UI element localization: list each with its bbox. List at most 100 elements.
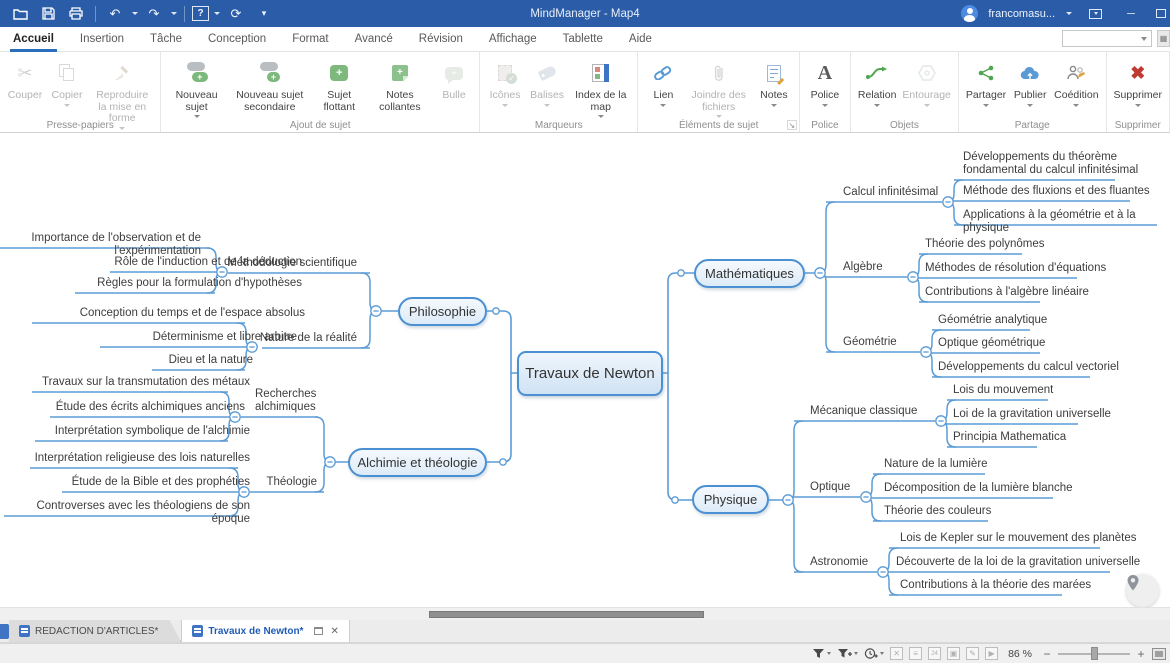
open-file-icon[interactable] bbox=[8, 4, 32, 24]
map-topic-physique[interactable]: Physique bbox=[692, 485, 769, 514]
topic-timer-icon[interactable] bbox=[864, 647, 884, 660]
map-topic-determinisme-et-libre-arbitre[interactable]: Déterminisme et libre arbitre bbox=[153, 331, 297, 344]
map-topic-regles-pour-la-formulation-d-hypotheses[interactable]: Règles pour la formulation d'hypothèses bbox=[97, 277, 302, 290]
map-topic-geometrie[interactable]: Géométrie bbox=[843, 336, 897, 349]
map-topic-nature-de-la-lumiere[interactable]: Nature de la lumière bbox=[884, 458, 988, 471]
map-topic-geometrie-analytique[interactable]: Géométrie analytique bbox=[938, 314, 1047, 327]
map-topic-controverses-avec-les-theologiens-de-son[interactable]: Controverses avec les théologiens de son… bbox=[0, 500, 250, 525]
customize-toolbar-icon[interactable]: ▾ bbox=[252, 4, 276, 24]
tab-affichage[interactable]: Affichage bbox=[476, 27, 550, 52]
map-topic-theorie-des-couleurs[interactable]: Théorie des couleurs bbox=[884, 505, 991, 518]
lien-button[interactable]: Lien bbox=[642, 56, 684, 109]
tab-tablette[interactable]: Tablette bbox=[550, 27, 616, 52]
map-topic-interpretation-symbolique-de-l-alchimie[interactable]: Interprétation symbolique de l'alchimie bbox=[55, 425, 250, 438]
map-topic-interpretation-religieuse-des-lois-natur[interactable]: Interprétation religieuse des lois natur… bbox=[35, 452, 250, 465]
add-filter-icon[interactable] bbox=[837, 648, 858, 659]
tab-revision[interactable]: Révision bbox=[406, 27, 476, 52]
zoom-slider-handle[interactable] bbox=[1091, 647, 1098, 660]
relation-button[interactable]: Relation bbox=[855, 56, 900, 109]
close-icon[interactable]: ✕ bbox=[330, 626, 338, 637]
map-topic-astronomie[interactable]: Astronomie bbox=[810, 556, 868, 569]
map-topic-methodes-de-resolution-d-equations[interactable]: Méthodes de résolution d'équations bbox=[925, 262, 1106, 275]
map-topic-travaux-de-newton[interactable]: Travaux de Newton bbox=[517, 351, 663, 396]
map-topic-conception-du-temps-et-de-l-espace-absol[interactable]: Conception du temps et de l'espace absol… bbox=[80, 307, 305, 320]
map-topic-optique-geometrique[interactable]: Optique géométrique bbox=[938, 337, 1045, 350]
save-icon[interactable] bbox=[36, 4, 60, 24]
index-de-la-map-button[interactable]: Index de la map bbox=[568, 56, 633, 120]
tab-format[interactable]: Format bbox=[279, 27, 341, 52]
notes-collantes-button[interactable]: +Notes collantes bbox=[367, 56, 433, 115]
sync-icon[interactable]: ⟳ bbox=[224, 4, 248, 24]
notes-button[interactable]: Notes bbox=[753, 56, 795, 109]
tab-insertion[interactable]: Insertion bbox=[67, 27, 137, 52]
map-topic-alchimie-et-theologie[interactable]: Alchimie et théologie bbox=[348, 448, 487, 477]
tab-aide[interactable]: Aide bbox=[616, 27, 665, 52]
ribbon-display-options-icon[interactable] bbox=[1082, 4, 1108, 24]
map-topic-methode-des-fluxions-et-des-fluantes[interactable]: Méthode des fluxions et des fluantes bbox=[963, 185, 1150, 198]
account-name[interactable]: francomasu... bbox=[988, 8, 1055, 20]
tab-avance[interactable]: Avancé bbox=[342, 27, 406, 52]
tab-accueil[interactable]: Accueil bbox=[0, 27, 67, 52]
hidden-tab-map-icon[interactable] bbox=[0, 624, 9, 639]
map-canvas[interactable]: Travaux de Newton Philosophie Alchimie et … bbox=[0, 133, 1170, 607]
input-mode-icon[interactable]: ▦ bbox=[1157, 30, 1170, 47]
map-topic-philosophie[interactable]: Philosophie bbox=[398, 297, 487, 326]
map-topic-decouverte-de-la-loi-de-la-gravitation-u[interactable]: Découverte de la loi de la gravitation u… bbox=[896, 556, 1140, 569]
map-topic-role-de-l-induction-et-de-la-deduction[interactable]: Rôle de l'induction et de la déduction bbox=[114, 256, 302, 269]
map-topic-developpements-du-theoreme[interactable]: Développements du théorème fondamental d… bbox=[963, 151, 1138, 176]
document-tab-travaux-de-newton[interactable]: Travaux de Newton*✕ bbox=[181, 620, 349, 642]
search-combobox[interactable] bbox=[1062, 30, 1152, 47]
map-topic-applications-a-la-geometrie-et-a-la-phys[interactable]: Applications à la géométrie et à la phys… bbox=[963, 209, 1170, 234]
map-topic-etude-des-ecrits-alchimiques-anciens[interactable]: Étude des écrits alchimiques anciens bbox=[56, 401, 245, 414]
scrollbar-thumb[interactable] bbox=[429, 611, 704, 618]
map-topic-decomposition-de-la-lumiere-blanche[interactable]: Décomposition de la lumière blanche bbox=[884, 482, 1073, 495]
help-dropdown-icon[interactable] bbox=[214, 12, 220, 15]
police-button[interactable]: APolice bbox=[804, 56, 846, 109]
map-topic-travaux-sur-la-transmutation-des-metaux[interactable]: Travaux sur la transmutation des métaux bbox=[42, 376, 250, 389]
coedition-button[interactable]: Coédition bbox=[1051, 56, 1101, 109]
map-topic-loi-de-la-gravitation-universelle[interactable]: Loi de la gravitation universelle bbox=[953, 408, 1111, 421]
maximize-icon[interactable] bbox=[1154, 4, 1168, 24]
map-topic-contributions-a-l-algebre-lineaire[interactable]: Contributions à l'algèbre linéaire bbox=[925, 286, 1089, 299]
map-topic-lois-du-mouvement[interactable]: Lois du mouvement bbox=[953, 384, 1053, 397]
zoom-in-icon[interactable]: + bbox=[1136, 647, 1146, 661]
search-input[interactable] bbox=[1063, 33, 1141, 44]
zoom-slider[interactable] bbox=[1058, 647, 1130, 660]
split-view-icon[interactable] bbox=[314, 627, 323, 635]
map-topic-optique[interactable]: Optique bbox=[810, 481, 850, 494]
location-pin-button[interactable] bbox=[1126, 574, 1159, 607]
undo-icon[interactable]: ↶ bbox=[103, 4, 127, 24]
map-topic-importance-de-l-observation-et-de-l-expe[interactable]: Importance de l'observation et de l'expé… bbox=[0, 232, 201, 257]
map-topic-lois-de-kepler-sur-le-mouvement-des-plan[interactable]: Lois de Kepler sur le mouvement des plan… bbox=[900, 532, 1137, 545]
map-topic-recherches[interactable]: Recherches alchimiques bbox=[255, 388, 316, 413]
user-avatar[interactable] bbox=[961, 5, 978, 22]
help-icon[interactable]: ? bbox=[192, 6, 209, 21]
print-icon[interactable] bbox=[64, 4, 88, 24]
sujet-flottant-button[interactable]: +Sujet flottant bbox=[312, 56, 367, 115]
zoom-percentage[interactable]: 86 % bbox=[1008, 648, 1032, 660]
map-topic-dieu-et-la-nature[interactable]: Dieu et la nature bbox=[169, 354, 253, 367]
fit-map-icon[interactable] bbox=[1152, 648, 1166, 660]
partager-button[interactable]: Partager bbox=[963, 56, 1009, 109]
document-tab-redaction-d-articles[interactable]: REDACTION D'ARTICLES* bbox=[9, 620, 181, 642]
tab-conception[interactable]: Conception bbox=[195, 27, 279, 52]
undo-dropdown-icon[interactable] bbox=[132, 12, 138, 15]
map-topic-algebre[interactable]: Algèbre bbox=[843, 261, 883, 274]
account-dropdown-icon[interactable] bbox=[1066, 12, 1072, 15]
map-topic-calcul-infinitesimal[interactable]: Calcul infinitésimal bbox=[843, 186, 938, 199]
map-topic-etude-de-la-bible-et-des-propheties[interactable]: Étude de la Bible et des prophéties bbox=[72, 476, 250, 489]
supprimer-button[interactable]: ✖Supprimer bbox=[1111, 56, 1165, 109]
map-topic-developpements-du-calcul-vectoriel[interactable]: Développements du calcul vectoriel bbox=[938, 361, 1119, 374]
map-topic-mathematiques[interactable]: Mathématiques bbox=[694, 259, 805, 288]
chevron-down-icon[interactable] bbox=[1141, 37, 1147, 41]
nouveau-sujet-button[interactable]: +Nouveau sujet bbox=[165, 56, 227, 120]
nouveau-sujet-secondaire-button[interactable]: +Nouveau sujet secondaire bbox=[228, 56, 312, 115]
filter-icon[interactable] bbox=[812, 648, 831, 659]
minimize-icon[interactable]: ─ bbox=[1118, 4, 1144, 24]
zoom-out-icon[interactable]: − bbox=[1042, 647, 1052, 661]
map-topic-theologie[interactable]: Théologie bbox=[266, 476, 317, 489]
redo-icon[interactable]: ↷ bbox=[142, 4, 166, 24]
dialog-launcher-icon[interactable]: ↘ bbox=[787, 120, 797, 130]
horizontal-scrollbar[interactable] bbox=[0, 607, 1170, 620]
map-topic-mecanique-classique[interactable]: Mécanique classique bbox=[810, 405, 917, 418]
